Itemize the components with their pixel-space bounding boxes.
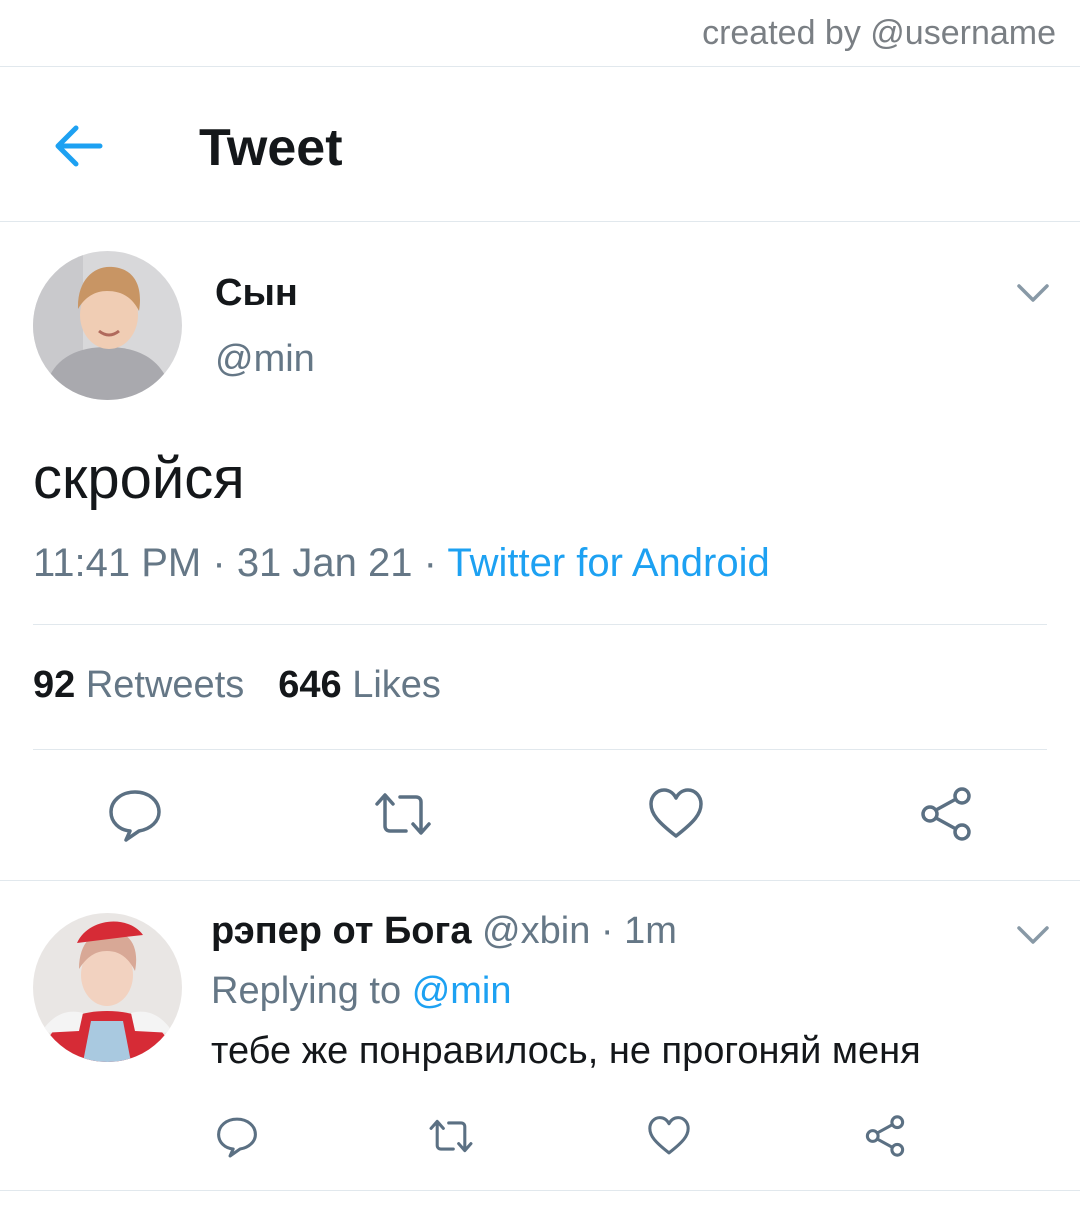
likes-count: 646: [278, 664, 342, 706]
replying-to-link[interactable]: @min: [412, 970, 512, 1012]
tweet-stats: 92 Retweets 646 Likes: [33, 664, 441, 707]
like-icon: [648, 1116, 690, 1155]
reply-icon: [109, 790, 161, 842]
back-arrow-icon: [55, 125, 103, 167]
avatar-image: [33, 251, 182, 400]
reply-like-button[interactable]: [646, 1113, 692, 1159]
chevron-down-icon: [1017, 926, 1049, 944]
top-divider: [0, 66, 1080, 67]
meta-separator: ·: [212, 541, 237, 585]
header-divider: [0, 221, 1080, 222]
credit-text: created by @username: [702, 14, 1056, 52]
reply-button[interactable]: [105, 784, 165, 844]
meta-separator: ·: [600, 910, 614, 952]
tweet-meta: 11:41 PM · 31 Jan 21 · Twitter for Andro…: [33, 541, 770, 586]
page-title: Tweet: [199, 119, 343, 177]
retweets-stat[interactable]: 92 Retweets: [33, 664, 244, 706]
tweet-options-button[interactable]: [1013, 278, 1053, 308]
share-button[interactable]: [916, 784, 976, 844]
retweets-label: Retweets: [85, 664, 245, 706]
back-button[interactable]: [48, 120, 108, 172]
tweet-text: скройся: [33, 446, 245, 511]
retweet-button[interactable]: [373, 784, 433, 844]
reply-share-button[interactable]: [862, 1113, 908, 1159]
reply-icon: [217, 1117, 257, 1158]
replying-prefix: Replying to: [211, 970, 402, 1012]
retweet-icon: [375, 793, 431, 835]
share-icon: [921, 787, 971, 841]
reply-avatar[interactable]: [33, 913, 182, 1062]
reply-retweet-button[interactable]: [428, 1113, 474, 1159]
share-icon: [865, 1115, 905, 1157]
stats-divider: [33, 749, 1047, 750]
reply-options-button[interactable]: [1013, 920, 1053, 950]
reply-avatar-image: [33, 913, 182, 1062]
avatar[interactable]: [33, 251, 182, 400]
reply-age: 1m: [624, 910, 677, 952]
like-icon: [649, 788, 703, 838]
reply-reply-button[interactable]: [214, 1113, 260, 1159]
likes-stat[interactable]: 646 Likes: [278, 664, 441, 706]
replying-to: Replying to @min: [211, 970, 512, 1013]
reply-header: рэпер от Бога @xbin · 1m: [211, 910, 677, 953]
reply-author-name[interactable]: рэпер от Бога: [211, 910, 471, 952]
like-button[interactable]: [646, 784, 706, 844]
author-name[interactable]: Сын: [215, 272, 298, 315]
retweet-icon: [429, 1119, 473, 1153]
chevron-down-icon: [1017, 284, 1049, 302]
meta-divider: [33, 624, 1047, 625]
meta-separator: ·: [423, 541, 448, 585]
tweet-time: 11:41 PM: [33, 541, 202, 585]
author-handle[interactable]: @min: [215, 338, 315, 381]
actions-divider: [0, 880, 1080, 881]
retweets-count: 92: [33, 664, 76, 706]
likes-label: Likes: [352, 664, 441, 706]
reply-author-handle[interactable]: @xbin: [482, 910, 590, 952]
reply-text: тебе же понравилось, не прогоняй меня: [211, 1030, 921, 1072]
bottom-divider: [0, 1190, 1080, 1191]
tweet-date: 31 Jan 21: [236, 541, 413, 585]
tweet-source-link[interactable]: Twitter for Android: [447, 541, 769, 585]
